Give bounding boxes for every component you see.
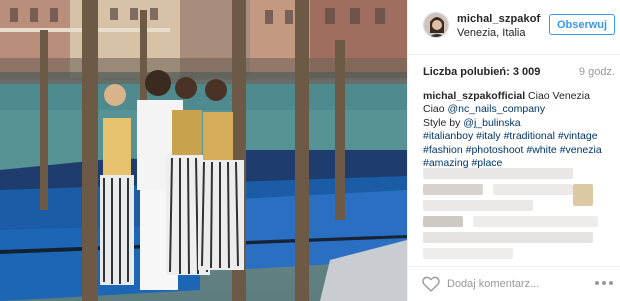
blurred-comment — [423, 232, 593, 243]
blurred-comment — [493, 184, 573, 195]
caption-text: Ciao Venezia — [525, 90, 590, 102]
blurred-comment — [423, 184, 483, 195]
mention-link[interactable]: @nc_nails_company — [448, 103, 546, 115]
post-side-panel: michal_szpakoffi... Venezia, Italia Obse… — [407, 0, 620, 301]
avatar-image — [424, 13, 448, 37]
avatar[interactable] — [423, 12, 449, 38]
instagram-post-card: michal_szpakoffi... Venezia, Italia Obse… — [0, 0, 620, 301]
hashtag-link[interactable]: #traditional — [504, 130, 555, 142]
likes-count[interactable]: Liczba polubień: 3 009 — [423, 66, 540, 78]
blurred-comment — [423, 248, 513, 259]
likes-row: Liczba polubień: 3 009 9 godz. — [408, 54, 620, 86]
blurred-comment — [423, 200, 533, 211]
mention-link[interactable]: @j_bulinska — [463, 117, 520, 129]
hashtag-link[interactable]: #italianboy — [423, 130, 473, 142]
hashtag-line: #italianboy #italy #traditional #vintage — [423, 130, 613, 143]
hashtag-link[interactable]: #fashion — [423, 144, 463, 156]
hashtag-link[interactable]: #italy — [476, 130, 501, 142]
caption-line-1: michal_szpakofficial Ciao Venezia — [423, 90, 613, 103]
caption-author-link[interactable]: michal_szpakofficial — [423, 90, 525, 102]
comment-input[interactable] — [447, 276, 587, 292]
blurred-comment — [473, 216, 598, 227]
blurred-comments — [423, 164, 613, 264]
location-link[interactable]: Venezia, Italia — [457, 27, 526, 39]
blurred-comment — [423, 216, 463, 227]
blurred-comment — [573, 184, 593, 206]
hashtag-link[interactable]: #white — [526, 144, 556, 156]
ellipsis-icon[interactable] — [595, 281, 613, 287]
caption-line-2: Ciao @nc_nails_company — [423, 103, 613, 116]
caption-line-3: Style by @j_bulinska — [423, 117, 613, 130]
dot — [602, 281, 606, 285]
caption-text: Ciao — [423, 103, 448, 116]
hashtag-link[interactable]: #venezia — [560, 144, 602, 156]
hashtag-line: #fashion #photoshoot #white #venezia — [423, 144, 613, 157]
photo-illustration — [0, 0, 407, 301]
post-header: michal_szpakoffi... Venezia, Italia Obse… — [408, 0, 620, 54]
dot — [595, 281, 599, 285]
heart-icon[interactable] — [422, 276, 440, 292]
dot — [609, 281, 613, 285]
blurred-comment — [423, 168, 573, 179]
post-timestamp[interactable]: 9 godz. — [579, 66, 615, 78]
comment-bar — [408, 266, 620, 301]
hashtag-link[interactable]: #photoshoot — [466, 144, 524, 156]
hashtag-link[interactable]: #vintage — [558, 130, 598, 142]
post-photo[interactable] — [0, 0, 407, 301]
username-link[interactable]: michal_szpakoffi... — [457, 13, 541, 25]
follow-button[interactable]: Obserwuj — [549, 14, 615, 35]
caption-text: Style by — [423, 116, 464, 129]
post-caption: michal_szpakofficial Ciao Venezia Ciao @… — [423, 90, 613, 170]
